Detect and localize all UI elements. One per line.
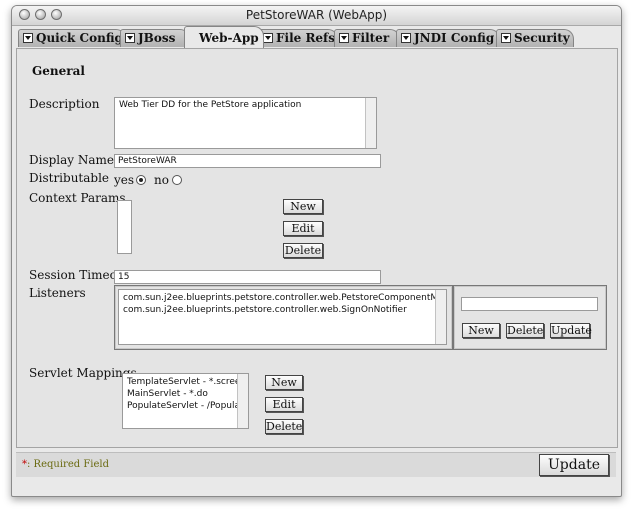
dropdown-icon [501, 33, 511, 43]
description-textarea[interactable]: Web Tier DD for the PetStore application [114, 97, 377, 149]
web-app-panel: General Description Web Tier DD for the … [16, 48, 618, 448]
tab-label: Quick Config [36, 31, 123, 45]
listener-input[interactable] [461, 297, 598, 311]
servlet-mappings-new-button[interactable]: New [265, 375, 303, 390]
list-item[interactable]: MainServlet - *.do [123, 389, 248, 401]
context-params-new-button[interactable]: New [283, 199, 323, 214]
tab-label: Security [514, 31, 570, 45]
display-name-label: Display Name [29, 153, 115, 167]
title-bar: PetStoreWAR (WebApp) [12, 6, 621, 26]
app-window: PetStoreWAR (WebApp) Quick Config JBoss … [11, 5, 622, 497]
listeners-scrollbar[interactable] [435, 290, 446, 344]
required-field-note: *: Required Field [22, 459, 109, 470]
distributable-yes-radio[interactable] [136, 175, 146, 185]
listener-new-button[interactable]: New [462, 323, 500, 338]
list-item[interactable]: PopulateServlet - /Populate [123, 401, 248, 413]
dropdown-icon [125, 33, 135, 43]
required-text: : Required Field [27, 459, 109, 470]
listener-update-button[interactable]: Update [550, 323, 592, 338]
servlet-mappings-list[interactable]: TemplateServlet - *.screen MainServlet -… [122, 373, 249, 429]
servlet-mappings-scrollbar[interactable] [237, 374, 248, 428]
update-button[interactable]: Update [539, 454, 609, 476]
dropdown-icon [263, 33, 273, 43]
tab-label: File Refs [276, 31, 335, 45]
tab-quick-config[interactable]: Quick Config [18, 29, 126, 47]
description-scrollbar[interactable] [365, 98, 376, 148]
tab-jndi-config[interactable]: JNDI Config [396, 29, 500, 47]
tab-label: Filter [352, 31, 390, 45]
description-value: Web Tier DD for the PetStore application [119, 100, 302, 110]
tab-security[interactable]: Security [496, 29, 574, 47]
tab-label: JBoss [138, 31, 176, 45]
dropdown-icon [23, 33, 33, 43]
distributable-no-label: no [154, 173, 169, 187]
servlet-mappings-label: Servlet Mappings [29, 366, 137, 380]
context-params-list[interactable] [117, 200, 132, 254]
list-item[interactable]: com.sun.j2ee.blueprints.petstore.control… [119, 290, 446, 305]
tab-jboss[interactable]: JBoss [120, 29, 190, 47]
tab-filter[interactable]: Filter [334, 29, 400, 47]
listeners-label: Listeners [29, 286, 86, 300]
dropdown-icon [401, 33, 411, 43]
window-title: PetStoreWAR (WebApp) [245, 8, 388, 22]
session-timeout-field[interactable]: 15 [114, 270, 381, 284]
section-title: General [32, 64, 85, 78]
distributable-no-radio[interactable] [172, 175, 182, 185]
distributable-yes-label: yes [114, 173, 135, 187]
tab-file-refs[interactable]: File Refs [258, 29, 338, 47]
context-params-delete-button[interactable]: Delete [283, 243, 323, 258]
tab-label: Web-App [199, 31, 259, 45]
listeners-list-panel: com.sun.j2ee.blueprints.petstore.control… [114, 285, 453, 350]
distributable-label: Distributable [29, 171, 110, 185]
tab-strip: Quick Config JBoss Web-App File Refs Fil… [12, 26, 621, 48]
tab-label: JNDI Config [414, 31, 495, 45]
servlet-mappings-edit-button[interactable]: Edit [265, 397, 303, 412]
context-params-edit-button[interactable]: Edit [283, 221, 323, 236]
list-item[interactable]: com.sun.j2ee.blueprints.petstore.control… [119, 305, 446, 317]
description-label: Description [29, 97, 100, 111]
listener-editor-panel: New Delete Update [453, 285, 607, 350]
servlet-mappings-delete-button[interactable]: Delete [265, 419, 303, 434]
list-item[interactable]: TemplateServlet - *.screen [123, 374, 248, 389]
footer-bar: *: Required Field [16, 452, 616, 477]
listeners-list[interactable]: com.sun.j2ee.blueprints.petstore.control… [118, 289, 447, 345]
context-params-label: Context Params [29, 191, 126, 205]
listener-delete-button[interactable]: Delete [506, 323, 544, 338]
dropdown-icon [339, 33, 349, 43]
display-name-field[interactable]: PetStoreWAR [114, 154, 381, 168]
tab-web-app[interactable]: Web-App [184, 26, 264, 48]
